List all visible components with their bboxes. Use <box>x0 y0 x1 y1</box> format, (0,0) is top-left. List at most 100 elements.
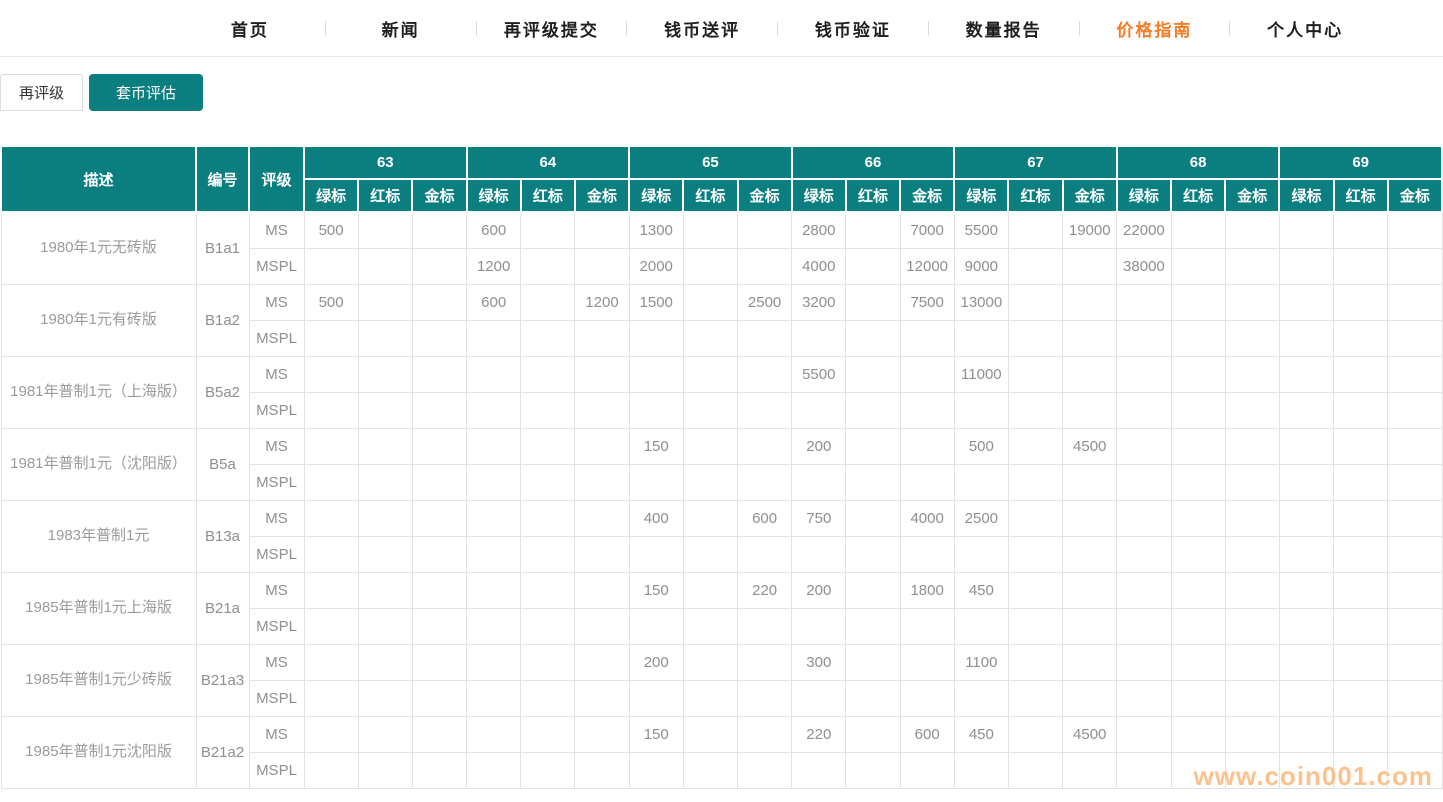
subcol-red-label: 红标 <box>358 179 412 212</box>
price-cell <box>846 464 900 500</box>
price-cell <box>1063 536 1117 572</box>
price-cell <box>1388 212 1442 248</box>
price-cell <box>575 248 629 284</box>
price-cell <box>683 608 737 644</box>
price-cell <box>954 680 1008 716</box>
price-cell <box>467 392 521 428</box>
grade-group-65: 65 <box>629 146 792 179</box>
price-cell <box>1117 320 1171 356</box>
price-cell <box>467 572 521 608</box>
price-cell <box>1279 536 1333 572</box>
price-cell <box>412 320 466 356</box>
price-cell <box>358 356 412 392</box>
price-cell <box>792 320 846 356</box>
nav-item-news[interactable]: 新闻 <box>326 16 476 41</box>
price-cell <box>900 608 954 644</box>
price-cell <box>1171 608 1225 644</box>
tab-regrade[interactable]: 再评级 <box>0 74 83 111</box>
nav-item-price-guide[interactable]: 价格指南 <box>1080 16 1230 41</box>
price-cell: 2500 <box>954 500 1008 536</box>
price-cell <box>792 680 846 716</box>
price-cell <box>1171 428 1225 464</box>
price-cell <box>900 644 954 680</box>
price-cell <box>1171 248 1225 284</box>
price-cell <box>412 680 466 716</box>
price-cell <box>1279 500 1333 536</box>
price-cell <box>467 320 521 356</box>
price-cell <box>1117 500 1171 536</box>
price-cell <box>1334 572 1388 608</box>
coin-description: 1985年普制1元少砖版 <box>1 644 196 716</box>
price-cell <box>683 356 737 392</box>
price-cell <box>1171 212 1225 248</box>
nav-item-coin-submission[interactable]: 钱币送评 <box>627 16 777 41</box>
price-cell <box>521 716 575 752</box>
price-cell <box>521 284 575 320</box>
price-cell: 200 <box>792 572 846 608</box>
subcol-gold-label: 金标 <box>1225 179 1279 212</box>
price-cell: 600 <box>467 284 521 320</box>
price-cell <box>521 608 575 644</box>
price-cell <box>1334 536 1388 572</box>
price-cell: 7500 <box>900 284 954 320</box>
price-cell <box>1008 572 1062 608</box>
price-cell <box>792 752 846 788</box>
price-cell <box>358 716 412 752</box>
subcol-green-label: 绿标 <box>1279 179 1333 212</box>
nav-item-quantity-report[interactable]: 数量报告 <box>929 16 1079 41</box>
price-cell <box>1334 428 1388 464</box>
price-cell <box>467 644 521 680</box>
subcol-red-label: 红标 <box>1171 179 1225 212</box>
price-cell: 600 <box>738 500 792 536</box>
coin-code: B21a3 <box>196 644 249 716</box>
price-cell <box>304 608 358 644</box>
nav-item-regrade-submit[interactable]: 再评级提交 <box>477 16 627 41</box>
price-cell <box>575 320 629 356</box>
price-cell: 450 <box>954 716 1008 752</box>
tab-set-coin-evaluation[interactable]: 套币评估 <box>89 74 203 111</box>
price-cell <box>1225 392 1279 428</box>
nav-item-personal-center[interactable]: 个人中心 <box>1230 16 1380 41</box>
price-cell <box>412 752 466 788</box>
price-cell <box>575 752 629 788</box>
price-cell: 38000 <box>1117 248 1171 284</box>
coin-description: 1981年普制1元（上海版） <box>1 356 196 428</box>
price-cell <box>521 320 575 356</box>
price-cell <box>1063 464 1117 500</box>
price-cell <box>683 428 737 464</box>
price-cell <box>1279 428 1333 464</box>
price-cell <box>1008 464 1062 500</box>
price-cell <box>1225 320 1279 356</box>
price-cell <box>412 428 466 464</box>
price-cell <box>575 428 629 464</box>
price-cell <box>1334 500 1388 536</box>
price-cell: 2800 <box>792 212 846 248</box>
price-cell <box>846 752 900 788</box>
price-cell <box>846 572 900 608</box>
price-cell <box>358 428 412 464</box>
price-cell <box>1225 284 1279 320</box>
header-group-row: 描述 编号 评级 63 64 65 66 67 68 69 <box>1 146 1442 179</box>
price-cell <box>846 500 900 536</box>
price-cell <box>1063 608 1117 644</box>
price-cell: 200 <box>792 428 846 464</box>
price-cell <box>1171 464 1225 500</box>
price-cell: 12000 <box>900 248 954 284</box>
price-cell <box>629 536 683 572</box>
price-cell: 7000 <box>900 212 954 248</box>
nav-item-home[interactable]: 首页 <box>175 16 325 41</box>
price-cell <box>1279 356 1333 392</box>
subcol-green-label: 绿标 <box>629 179 683 212</box>
subcol-gold-label: 金标 <box>900 179 954 212</box>
price-cell <box>358 392 412 428</box>
price-cell <box>1279 212 1333 248</box>
coin-description: 1981年普制1元（沈阳版） <box>1 428 196 500</box>
coin-code: B1a2 <box>196 284 249 356</box>
price-cell: 1800 <box>900 572 954 608</box>
nav-item-coin-verification[interactable]: 钱币验证 <box>778 16 928 41</box>
price-cell <box>1063 500 1117 536</box>
price-cell <box>683 464 737 500</box>
price-cell <box>792 464 846 500</box>
price-cell <box>846 356 900 392</box>
price-cell <box>954 464 1008 500</box>
